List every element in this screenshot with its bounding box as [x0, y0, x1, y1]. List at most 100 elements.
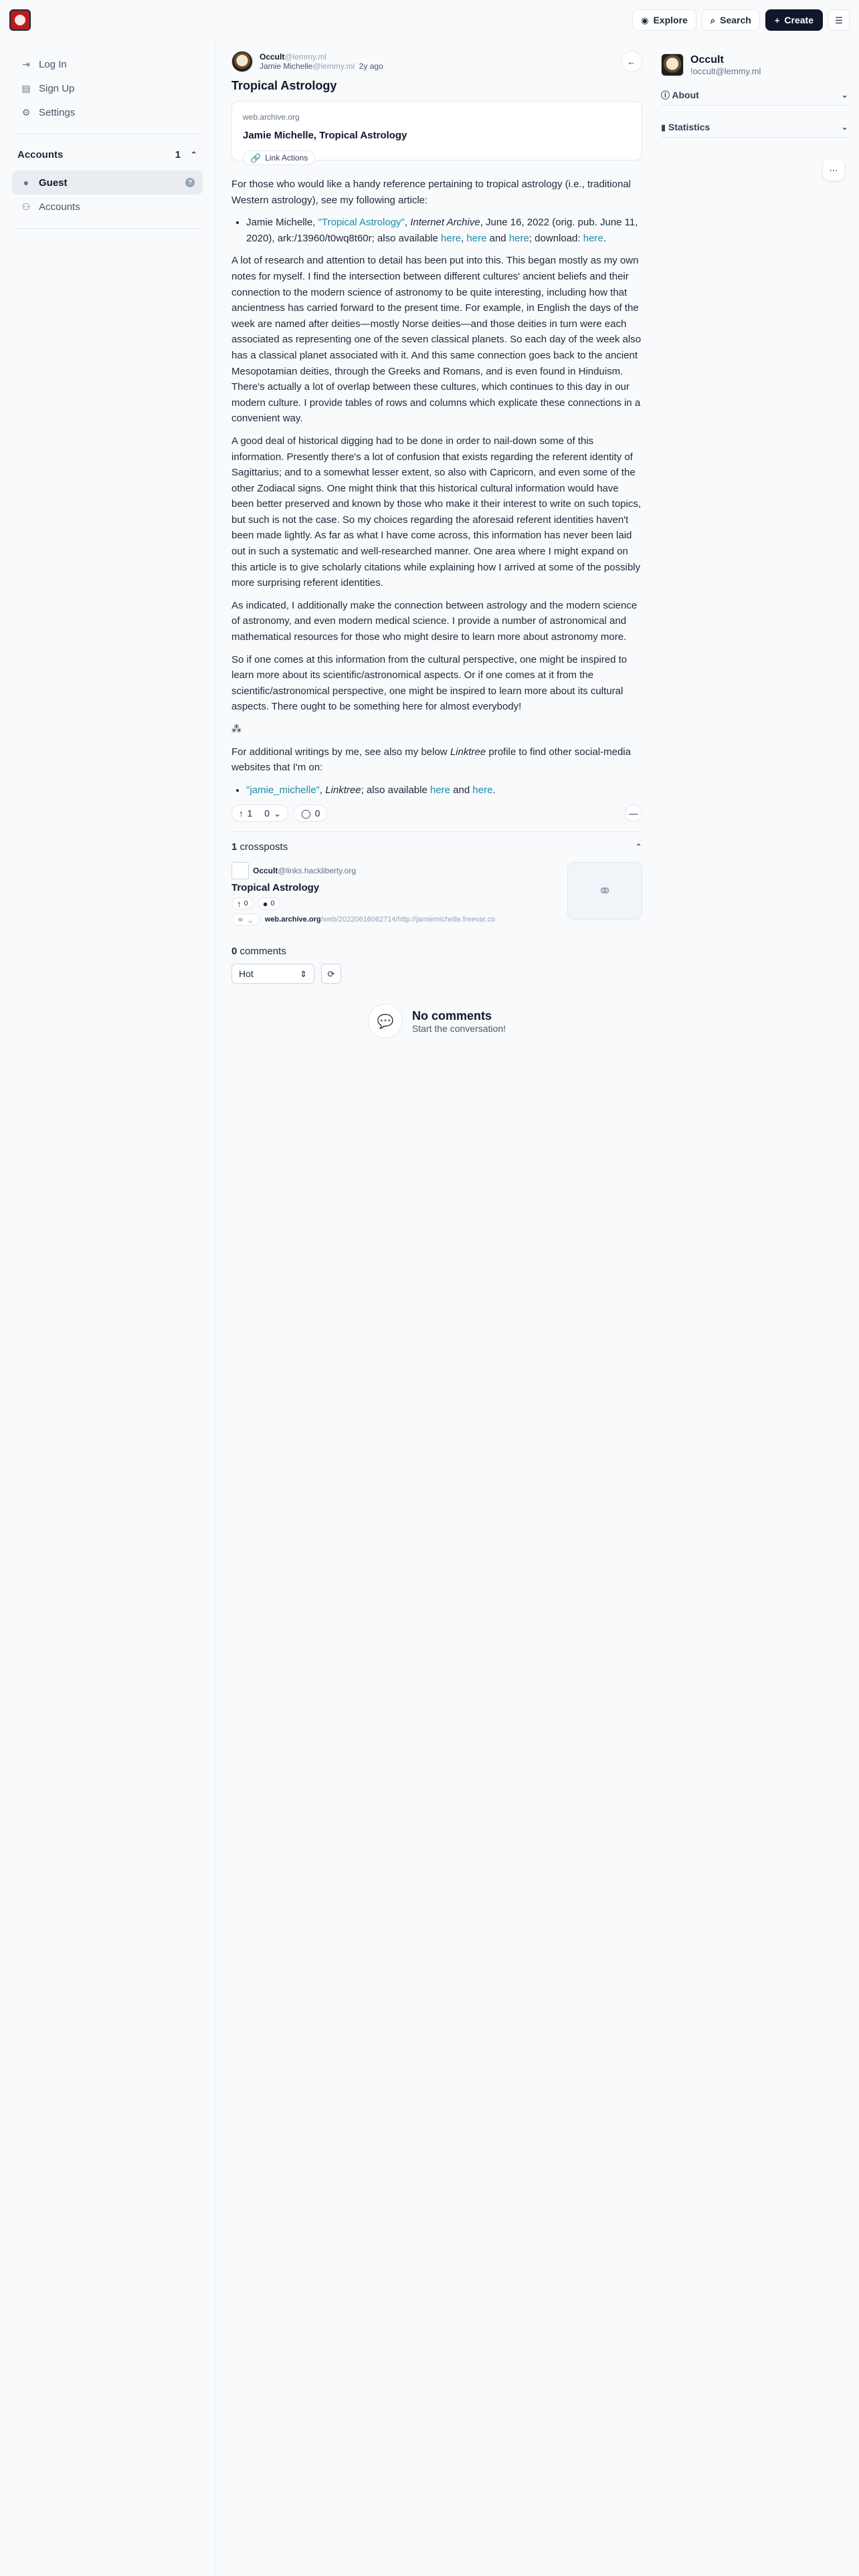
crosspost-instance: @links.hackliberty.org: [278, 866, 357, 876]
article-link[interactable]: "Tropical Astrology": [318, 217, 405, 228]
sidebar-divider-2: [15, 228, 200, 229]
guest-label: Guest: [39, 177, 68, 189]
asterism: ⁂: [231, 724, 242, 735]
community-title[interactable]: Occult: [690, 54, 761, 66]
vote-chip: ↑ 1 0 ⌄: [231, 804, 288, 823]
community-name[interactable]: Occult: [260, 52, 284, 62]
link-card[interactable]: web.archive.org Jamie Michelle, Tropical…: [231, 101, 642, 165]
crosspost-thumbnail[interactable]: ⚭: [567, 862, 642, 920]
text: For additional writings by me, see also …: [231, 746, 450, 758]
community-instance: @lemmy.ml: [284, 52, 326, 62]
crosspost-item[interactable]: Occult@links.hackliberty.org Tropical As…: [231, 862, 642, 926]
hamburger-icon: ☰: [835, 15, 843, 25]
crosspost-comments-chip[interactable]: ● 0: [257, 897, 280, 910]
crosspost-url-path[interactable]: /web/20220616062714/http://jamiemichelle…: [321, 916, 496, 924]
id-card-icon: ▤: [21, 83, 31, 94]
text: and: [486, 232, 509, 244]
here-link[interactable]: here: [509, 233, 529, 244]
paragraph: A lot of research and attention to detai…: [231, 255, 642, 425]
community-avatar[interactable]: [661, 53, 684, 76]
arrow-down-icon[interactable]: ⌄: [274, 809, 281, 818]
login-link[interactable]: ⇥ Log In: [12, 52, 203, 76]
statistics-accordion[interactable]: ▮ Statistics ⌄: [661, 116, 848, 138]
paragraph: As indicated, I additionally make the co…: [231, 599, 638, 643]
back-button[interactable]: ←: [621, 51, 642, 72]
accounts-count: 1: [175, 148, 181, 160]
chevron-up-icon: ⌃: [635, 842, 642, 853]
comments-count: 0 comments: [231, 946, 642, 957]
link-title[interactable]: Jamie Michelle, Tropical Astrology: [243, 130, 631, 141]
crossposts-header[interactable]: 1 crossposts ⌃: [231, 841, 642, 853]
refresh-button[interactable]: ⟳: [321, 964, 341, 984]
floating-more-button[interactable]: ⋯: [823, 159, 844, 181]
comments-number: 0: [231, 946, 237, 958]
here-link[interactable]: here: [430, 784, 450, 796]
crossposts-label: crossposts: [240, 841, 288, 853]
community-avatar[interactable]: [231, 51, 253, 72]
here-link[interactable]: here: [466, 233, 486, 244]
crossposts-count: 1: [231, 841, 237, 853]
text: ; also available: [361, 784, 430, 796]
top-bar: ◉ Explore ⌕ Search + Create ☰: [0, 0, 859, 40]
link-host: web.archive.org: [243, 112, 300, 122]
refresh-icon: ⟳: [327, 968, 335, 979]
chevron-updown-icon: ⇕: [300, 968, 307, 979]
arrow-left-icon: ←: [627, 56, 636, 67]
link-icon: ⚭: [237, 914, 244, 925]
empty-comments: 💬 No comments Start the conversation!: [231, 1004, 642, 1039]
arrow-up-icon[interactable]: ↑: [239, 809, 244, 818]
search-button[interactable]: ⌕ Search: [701, 9, 760, 31]
signup-link[interactable]: ▤ Sign Up: [12, 76, 203, 100]
login-label: Log In: [39, 58, 67, 70]
crosspost-link-menu[interactable]: ⚭ ⌄: [231, 914, 260, 926]
paragraph: For those who would like a handy referen…: [231, 179, 631, 206]
link-actions-label: Link Actions: [265, 153, 308, 163]
left-sidebar: ⇥ Log In ▤ Sign Up ⚙ Settings Accounts 1…: [0, 40, 215, 2576]
paragraph: A good deal of historical digging had to…: [231, 435, 641, 589]
settings-link[interactable]: ⚙ Settings: [12, 100, 203, 124]
text: Jamie Michelle,: [246, 217, 318, 229]
comments-button[interactable]: ◯ 0: [294, 804, 328, 823]
explore-button[interactable]: ◉ Explore: [632, 9, 696, 31]
accounts-link[interactable]: ⚇ Accounts: [12, 195, 203, 219]
divider: [231, 831, 642, 833]
linktree-link[interactable]: "jamie_michelle": [246, 784, 320, 796]
here-link[interactable]: here: [441, 233, 461, 244]
ellipsis-icon: ⋯: [829, 165, 838, 175]
search-label: Search: [720, 15, 751, 25]
crosspost-community-image: [231, 862, 249, 880]
crosspost-upvotes: 0: [244, 899, 248, 908]
post-header: Occult@lemmy.ml Jamie Michelle@lemmy.ml …: [231, 51, 642, 72]
download-link[interactable]: here: [583, 233, 603, 244]
about-accordion[interactable]: ⓘ About ⌄: [661, 84, 848, 106]
here-link[interactable]: here: [472, 784, 492, 796]
author-name[interactable]: Jamie Michelle: [260, 62, 312, 71]
crosspost-url-host[interactable]: web.archive.org: [265, 916, 321, 924]
accounts-header[interactable]: Accounts 1 ⌃: [12, 144, 203, 165]
chat-bubbles-icon: 💬: [367, 1004, 403, 1039]
text: Internet Archive: [410, 217, 480, 229]
paragraph: For additional writings by me, see also …: [231, 744, 642, 776]
help-icon[interactable]: ?: [185, 178, 195, 187]
empty-title: No comments: [411, 1008, 492, 1023]
link-actions-button[interactable]: 🔗 Link Actions: [243, 150, 316, 165]
guest-account[interactable]: ● Guest ?: [12, 171, 203, 195]
crosspost-vote-chip[interactable]: ↑ 0: [231, 897, 254, 910]
community-header: Occult !occult@lemmy.ml: [661, 53, 848, 76]
minus-icon: —: [629, 808, 638, 819]
text: ,: [404, 217, 411, 229]
menu-button[interactable]: ☰: [828, 9, 850, 31]
post-title: Tropical Astrology: [231, 79, 337, 92]
more-options-button[interactable]: —: [625, 804, 642, 823]
chevron-down-icon: ⌄: [841, 90, 848, 100]
crosspost-title[interactable]: Tropical Astrology: [231, 882, 561, 893]
create-button[interactable]: + Create: [765, 9, 823, 31]
crosspost-community[interactable]: Occult: [253, 866, 278, 875]
main-content: Occult@lemmy.ml Jamie Michelle@lemmy.ml …: [215, 40, 654, 2576]
upvote-count: 1: [247, 808, 253, 819]
text: .: [603, 232, 606, 244]
site-logo[interactable]: [9, 9, 31, 31]
sort-select[interactable]: Hot ⇕: [231, 964, 314, 984]
bar-chart-icon: ▮: [661, 122, 666, 132]
compass-icon: ◉: [641, 15, 649, 25]
